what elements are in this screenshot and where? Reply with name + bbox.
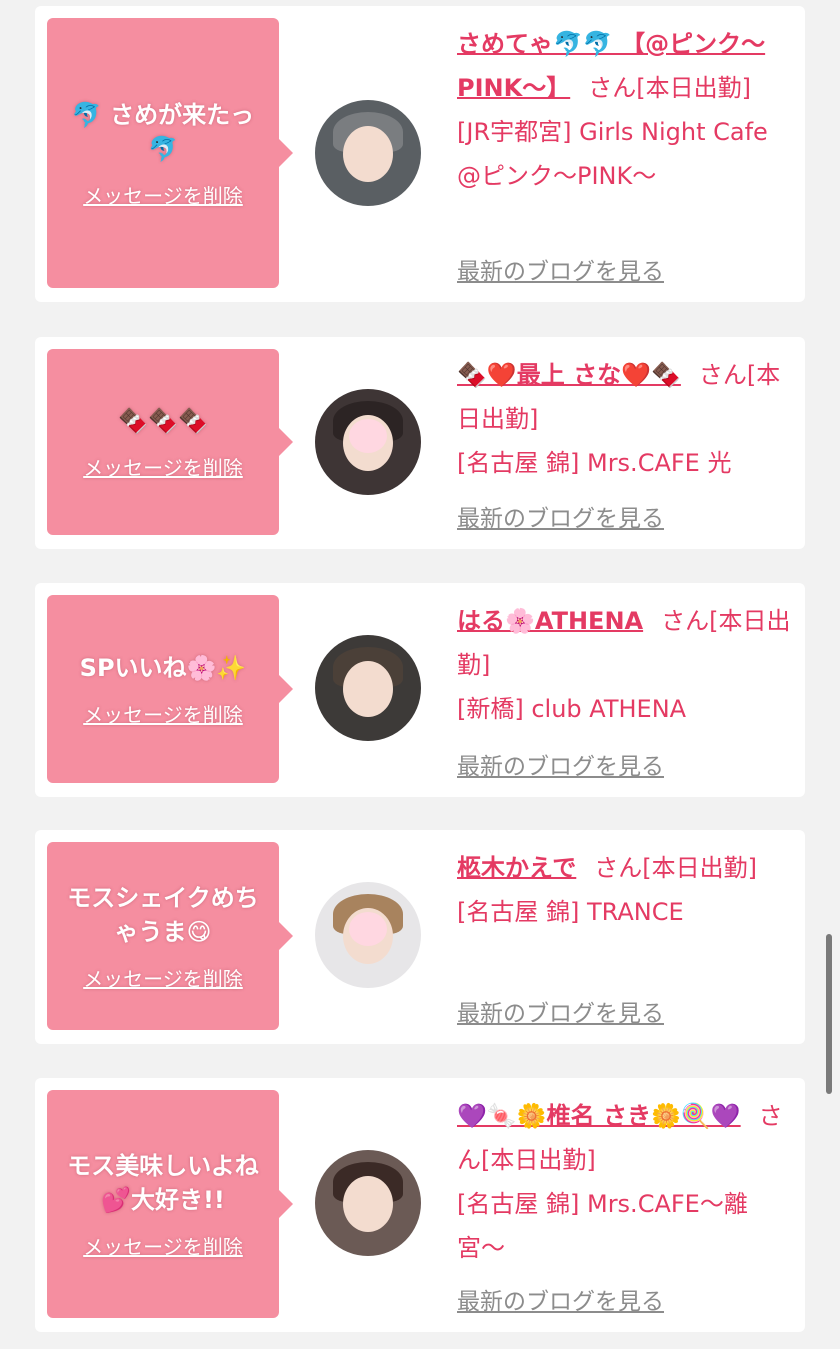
delete-message-link[interactable]: メッセージを削除 (83, 963, 243, 992)
status-text: さん[本日出勤] (588, 74, 751, 102)
latest-blog-link[interactable]: 最新のブログを見る (457, 747, 664, 781)
latest-blog-link[interactable]: 最新のブログを見る (457, 499, 664, 533)
latest-blog-link[interactable]: 最新のブログを見る (457, 994, 664, 1028)
message-bubble: 🍫🍫🍫 メッセージを削除 (47, 349, 293, 535)
message-bubble: モスシェイクめちゃうま😋 メッセージを削除 (47, 842, 293, 1030)
message-text: 🐬 さめが来たっ🐬 (71, 100, 255, 163)
avatar[interactable] (315, 100, 421, 206)
avatar-face (343, 126, 393, 182)
delete-message-link[interactable]: メッセージを削除 (83, 1231, 243, 1260)
girl-info: 柩木かえで さん[本日出勤] [名古屋 錦] TRANCE (457, 846, 791, 934)
delete-message-link[interactable]: メッセージを削除 (83, 180, 243, 209)
message-list: 🐬 さめが来たっ🐬 メッセージを削除 さめてゃ🐬🐬 【@ピンク〜PINK〜】 さん… (0, 0, 840, 1349)
girl-info: はる🌸ATHENA さん[本日出勤] [新橋] club ATHENA (457, 599, 791, 731)
shop-text: [名古屋 錦] Mrs.CAFE 光 (457, 449, 732, 477)
girl-info: 💜🍬🌼椎名 さき🌼🍭💜 さん[本日出勤] [名古屋 錦] Mrs.CAFE〜離宮〜 (457, 1094, 791, 1270)
message-bubble: SPいいね🌸✨ メッセージを削除 (47, 595, 293, 783)
girl-info: さめてゃ🐬🐬 【@ピンク〜PINK〜】 さん[本日出勤] [JR宇都宮] Girl… (457, 22, 791, 198)
avatar[interactable] (315, 389, 421, 495)
delete-message-link[interactable]: メッセージを削除 (83, 452, 243, 481)
message-text: SPいいね🌸✨ (79, 653, 247, 682)
avatar-mosaic (349, 912, 387, 946)
avatar[interactable] (315, 882, 421, 988)
message-text: モスシェイクめちゃうま😋 (67, 883, 259, 946)
shop-text: [新橋] club ATHENA (457, 695, 687, 723)
girl-name-link[interactable]: 柩木かえで (457, 854, 576, 882)
message-text: 🍫🍫🍫 (118, 406, 208, 435)
girl-info: 🍫❤️最上 さな❤️🍫 さん[本日出勤] [名古屋 錦] Mrs.CAFE 光 (457, 353, 791, 485)
avatar-face (343, 661, 393, 717)
message-bubble: 🐬 さめが来たっ🐬 メッセージを削除 (47, 18, 293, 288)
shop-text: [JR宇都宮] Girls Night Cafe @ピンク〜PINK〜 (457, 118, 768, 190)
message-card: モス美味しいよね💕大好き!! メッセージを削除 💜🍬🌼椎名 さき🌼🍭💜 さん[本日… (35, 1078, 805, 1332)
message-text: モス美味しいよね💕大好き!! (67, 1151, 259, 1214)
message-card: 🍫🍫🍫 メッセージを削除 🍫❤️最上 さな❤️🍫 さん[本日出勤] [名古屋 錦]… (35, 337, 805, 549)
shop-text: [名古屋 錦] Mrs.CAFE〜離宮〜 (457, 1190, 748, 1262)
avatar[interactable] (315, 1150, 421, 1256)
delete-message-link[interactable]: メッセージを削除 (83, 699, 243, 728)
message-card: 🐬 さめが来たっ🐬 メッセージを削除 さめてゃ🐬🐬 【@ピンク〜PINK〜】 さん… (35, 6, 805, 302)
girl-name-link[interactable]: はる🌸ATHENA (457, 607, 643, 635)
message-bubble: モス美味しいよね💕大好き!! メッセージを削除 (47, 1090, 293, 1318)
status-text: さん[本日出勤] (594, 854, 758, 882)
avatar-face (343, 1176, 393, 1232)
latest-blog-link[interactable]: 最新のブログを見る (457, 1282, 664, 1316)
latest-blog-link[interactable]: 最新のブログを見る (457, 252, 664, 286)
girl-name-link[interactable]: 💜🍬🌼椎名 さき🌼🍭💜 (457, 1102, 741, 1130)
message-card: モスシェイクめちゃうま😋 メッセージを削除 柩木かえで さん[本日出勤] [名古屋… (35, 830, 805, 1044)
shop-text: [名古屋 錦] TRANCE (457, 898, 684, 926)
avatar-mosaic (349, 419, 387, 453)
message-card: SPいいね🌸✨ メッセージを削除 はる🌸ATHENA さん[本日出勤] [新橋] … (35, 583, 805, 797)
scrollbar[interactable] (826, 934, 832, 1094)
girl-name-link[interactable]: 🍫❤️最上 さな❤️🍫 (457, 361, 681, 389)
avatar[interactable] (315, 635, 421, 741)
